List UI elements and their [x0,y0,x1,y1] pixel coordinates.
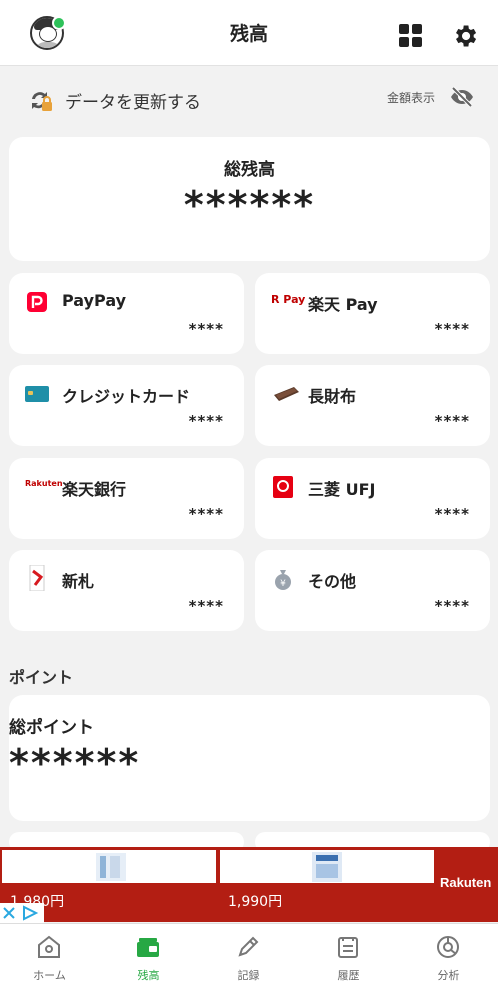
tab-label: 分析 [437,969,460,982]
amount-display-label: 金額表示 [387,91,436,105]
eye-off-icon[interactable] [449,84,475,110]
wallet-card-new-bill[interactable]: 新札 **** [9,550,244,631]
tab-record[interactable]: 記録 [199,924,298,984]
total-points-card[interactable]: 総ポイント ****** [9,695,490,821]
total-points-value: ****** [9,741,141,785]
wallet-card-credit-card[interactable]: クレジットカード **** [9,365,244,446]
wallet-name: その他 [308,572,357,591]
wallet-name: 楽天 Pay [308,295,378,314]
wallet-card-paypay[interactable]: PayPay **** [9,273,244,354]
wallet-amount: **** [188,320,224,338]
total-balance-card[interactable]: 総残高 ****** [9,137,490,261]
long-wallet-icon [274,387,299,401]
tab-analysis[interactable]: 分析 [399,924,498,984]
gear-icon[interactable] [451,22,479,50]
wallet-amount: **** [434,597,470,615]
list-icon [338,937,358,958]
paypay-icon [27,292,47,312]
wallet-amount: **** [434,320,470,338]
grid-icon[interactable] [399,24,423,48]
online-status-dot [52,16,66,30]
ad-banner[interactable]: 1,980円 1,990円 Rakuten [0,847,498,922]
page-title: 残高 [229,23,268,45]
home-icon [38,935,60,958]
wallet-card-other[interactable]: ¥ その他 **** [255,550,490,631]
wallet-name: PayPay [62,291,127,310]
refresh-data-button[interactable]: データを更新する [65,88,201,113]
wallet-name: 長財布 [308,387,357,406]
points-section-label: ポイント [9,668,74,687]
wallet-card-rakuten-pay[interactable]: R Pay 楽天 Pay **** [255,273,490,354]
wallet-amount: **** [188,597,224,615]
new-bill-icon [29,565,45,591]
wallet-name: 楽天銀行 [62,480,127,499]
tab-label: 履歴 [337,969,360,982]
wallet-icon [137,938,159,957]
tab-balance[interactable]: 残高 [99,924,198,984]
chart-icon [437,936,459,958]
ad-product-image [220,850,434,883]
credit-card-icon [25,386,49,402]
pencil-icon [238,936,259,957]
wallet-name: クレジットカード [62,387,191,406]
wallet-card-long-wallet[interactable]: 長財布 **** [255,365,490,446]
wallet-amount: **** [434,412,470,430]
refresh-lock-icon[interactable] [28,88,54,114]
tab-label: 残高 [137,969,160,982]
wallet-amount: **** [188,505,224,523]
rakuten-logo: Rakuten [440,875,492,890]
refresh-row: データを更新する 金額表示 [0,78,498,122]
tab-home[interactable]: ホーム [0,924,99,984]
wallet-card-rakuten-bank[interactable]: Rakuten 楽天銀行 **** [9,458,244,539]
total-balance-title: 総残高 [224,160,275,180]
total-balance-value: ****** [183,183,316,227]
mufg-icon [273,476,293,498]
tab-history[interactable]: 履歴 [299,924,398,984]
total-points-title: 総ポイント [9,718,94,738]
wallet-card-mufg[interactable]: 三菱 UFJ **** [255,458,490,539]
svg-text:¥: ¥ [280,579,286,589]
ad-product-image [2,850,216,883]
money-bag-icon: ¥ [275,570,291,590]
rakuten-bank-icon: Rakuten [25,479,63,488]
wallet-name: 三菱 UFJ [308,480,376,499]
app-header: 残高 [0,0,498,66]
ad-close-button[interactable] [0,903,44,923]
tab-label: ホーム [33,969,66,982]
wallet-name: 新札 [62,572,95,591]
wallet-amount: **** [434,505,470,523]
bottom-tab-bar: ホーム 残高 記録 履歴 分析 [0,923,498,984]
tab-label: 記録 [237,969,260,982]
ad-item[interactable]: 1,990円 [220,850,434,920]
ad-price: 1,990円 [228,894,283,910]
wallet-amount: **** [188,412,224,430]
rakuten-pay-icon: R Pay [271,293,306,306]
